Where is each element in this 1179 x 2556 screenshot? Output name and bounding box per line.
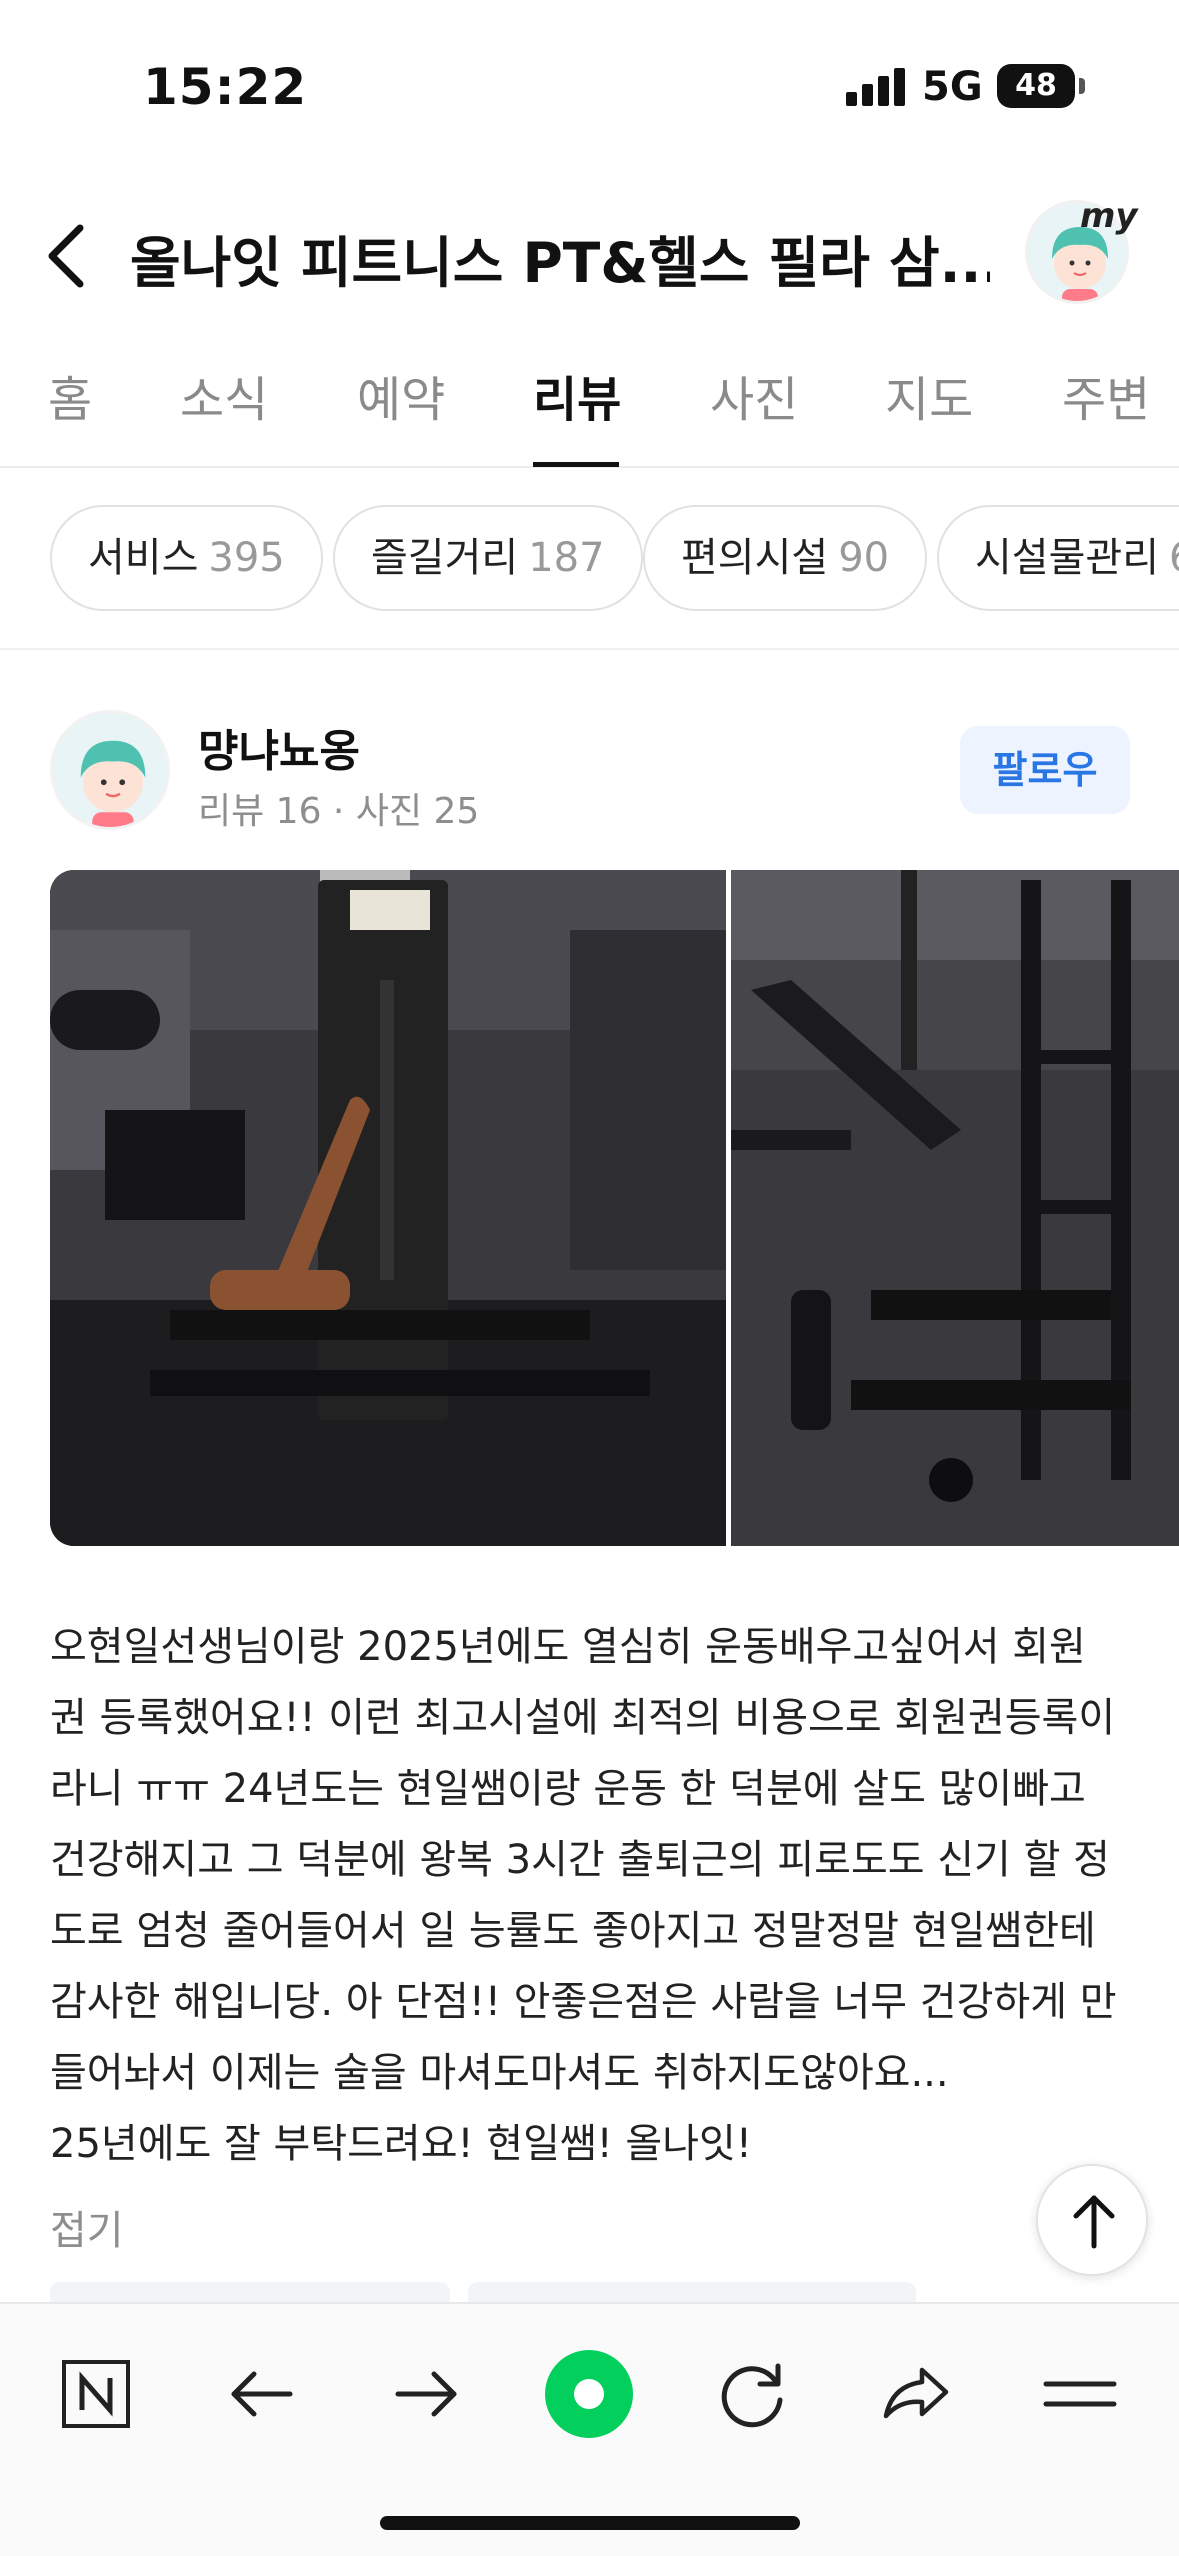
browser-forward-button[interactable] xyxy=(376,2344,476,2444)
gym-machine-photo xyxy=(731,870,1179,1546)
chip-count: 6 xyxy=(1169,535,1179,581)
follow-button[interactable]: 팔로우 xyxy=(960,726,1130,814)
chip-label: 시설물관리 xyxy=(975,535,1159,581)
arrow-up-icon xyxy=(1073,2195,1115,2249)
home-indicator xyxy=(380,2516,800,2530)
review-tag-chip xyxy=(50,2282,450,2302)
review-photo[interactable] xyxy=(731,870,1179,1546)
review-text-line: 도로 엄청 줄어들어서 일 능률도 좋아지고 정말정말 현일쌤한테 xyxy=(50,1908,1096,1954)
chip-count: 90 xyxy=(838,535,890,581)
review-tag-chip xyxy=(468,2282,916,2302)
tab-home[interactable]: 홈 xyxy=(48,360,92,430)
chip-count: 187 xyxy=(528,535,605,581)
naver-n-icon xyxy=(62,2360,130,2428)
refresh-button[interactable] xyxy=(702,2344,802,2444)
refresh-icon xyxy=(721,2363,783,2428)
tab-booking[interactable]: 예약 xyxy=(357,360,445,430)
signal-icon xyxy=(846,66,906,106)
review-text-line: 들어놔서 이제는 술을 마셔도마셔도 취하지도않아요... xyxy=(50,2050,949,2096)
arrow-left-icon xyxy=(231,2371,293,2417)
tab-news[interactable]: 소식 xyxy=(180,360,268,430)
page-title: 올나잇 피트니스 PT&헬스 필라 삼... xyxy=(130,231,990,295)
active-tab-indicator xyxy=(533,462,619,467)
review-photo[interactable] xyxy=(50,870,726,1546)
tab-bar: 홈 소식 예약 리뷰 사진 지도 주변 xyxy=(0,330,1179,468)
status-bar: 15:22 5G 48 xyxy=(0,0,1179,170)
tab-reviews[interactable]: 리뷰 xyxy=(533,360,621,430)
review-filter-chips: 서비스395 즐길거리187 편의시설90 시설물관리6 xyxy=(0,468,1179,648)
back-button[interactable] xyxy=(36,210,106,300)
review-text-line: 권 등록했어요!! 이런 최고시설에 최적의 비용으로 회원권등록이 xyxy=(50,1695,1116,1741)
reviewer-stats: 리뷰 16 · 사진 25 xyxy=(198,791,480,832)
status-time: 15:22 xyxy=(143,58,308,116)
share-icon xyxy=(883,2367,949,2419)
chip-count: 395 xyxy=(208,535,285,581)
filter-chip-facility[interactable]: 시설물관리6 xyxy=(937,505,1179,611)
chevron-left-icon xyxy=(48,224,84,288)
arrow-right-icon xyxy=(395,2371,457,2417)
share-button[interactable] xyxy=(866,2344,966,2444)
review-text-line: 건강해지고 그 덕분에 왕복 3시간 출퇴근의 피로도도 신기 할 정 xyxy=(50,1837,1110,1883)
browser-back-button[interactable] xyxy=(212,2344,312,2444)
tab-nearby[interactable]: 주변 xyxy=(1062,360,1150,430)
filter-chip-amenities[interactable]: 편의시설 90 xyxy=(643,505,928,611)
avatar-illustration xyxy=(80,740,146,827)
tab-photos[interactable]: 사진 xyxy=(710,360,798,430)
network-label: 5G xyxy=(922,64,983,110)
green-home-button[interactable] xyxy=(539,2344,639,2444)
filter-chip-service[interactable]: 서비스 395 xyxy=(50,505,323,611)
collapse-link[interactable]: 접기 xyxy=(50,2198,124,2256)
chip-label: 서비스 xyxy=(88,535,199,581)
my-label: my xyxy=(1080,196,1138,236)
scroll-to-top-button[interactable] xyxy=(1036,2164,1148,2276)
divider xyxy=(0,648,1179,650)
review-text-line: 오현일선생님이랑 2025년에도 열심히 운동배우고싶어서 회원 xyxy=(50,1624,1086,1670)
gym-machine-photo xyxy=(50,870,726,1546)
reviewer-avatar[interactable] xyxy=(50,710,170,830)
naver-home-button[interactable] xyxy=(46,2344,146,2444)
tab-map[interactable]: 지도 xyxy=(885,360,973,430)
menu-button[interactable] xyxy=(1030,2344,1130,2444)
review-text: 오현일선생님이랑 2025년에도 열심히 운동배우고싶어서 회원 권 등록했어요… xyxy=(50,1612,1140,2180)
menu-icon xyxy=(1043,2381,1117,2407)
review-text-line: 감사한 해입니당. 아 단점!! 안좋은점은 사람을 너무 건강하게 만 xyxy=(50,1979,1117,2025)
chip-label: 편의시설 xyxy=(681,535,829,581)
review-text-line: 라니 ㅠㅠ 24년도는 현일쌤이랑 운동 한 덕분에 살도 많이빠고 xyxy=(50,1766,1086,1812)
green-home-icon xyxy=(545,2350,633,2438)
review-photo-carousel[interactable] xyxy=(50,870,1179,1546)
battery-icon: 48 xyxy=(997,64,1085,108)
review-text-line: 25년에도 잘 부탁드려요! 현일쌤! 올나잇! xyxy=(50,2121,752,2167)
filter-chip-fun[interactable]: 즐길거리 187 xyxy=(333,505,643,611)
reviewer-name[interactable]: 먕냐뇨옹 xyxy=(198,715,360,779)
chip-label: 즐길거리 xyxy=(371,535,519,581)
